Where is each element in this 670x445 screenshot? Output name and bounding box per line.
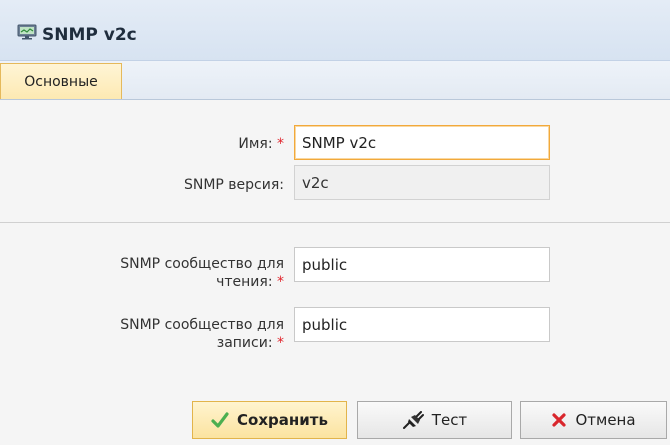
write-community-label: SNMP сообщество для записи: * (120, 317, 284, 351)
save-button-label: Сохранить (237, 411, 328, 429)
dialog-title: SNMP v2c (42, 25, 137, 45)
version-label: SNMP версия: (183, 177, 284, 193)
name-input[interactable] (294, 125, 550, 160)
save-button[interactable]: Сохранить (192, 401, 347, 439)
cancel-button[interactable]: Отмена (520, 401, 667, 439)
dialog-titlebar: SNMP v2c (0, 0, 670, 61)
checkmark-icon (211, 412, 229, 428)
cancel-button-label: Отмена (575, 411, 636, 429)
tab-bar: Основные (0, 61, 670, 100)
snmp-dialog: SNMP v2c Основные Имя: * SNMP версия: SN… (0, 0, 670, 445)
network-monitor-icon (17, 24, 37, 40)
test-button-label: Тест (431, 411, 468, 429)
name-label: Имя: * (238, 136, 284, 152)
required-marker: * (277, 335, 284, 351)
plug-icon (402, 411, 424, 429)
close-icon (552, 413, 567, 427)
write-community-input[interactable] (294, 307, 550, 342)
required-marker: * (277, 136, 284, 152)
section-divider (0, 222, 670, 223)
read-community-label: SNMP сообщество для чтения: * (120, 256, 284, 290)
test-button[interactable]: Тест (357, 401, 512, 439)
tab-general[interactable]: Основные (0, 63, 122, 99)
version-field (294, 165, 550, 200)
required-marker: * (277, 274, 284, 290)
read-community-input[interactable] (294, 247, 550, 282)
